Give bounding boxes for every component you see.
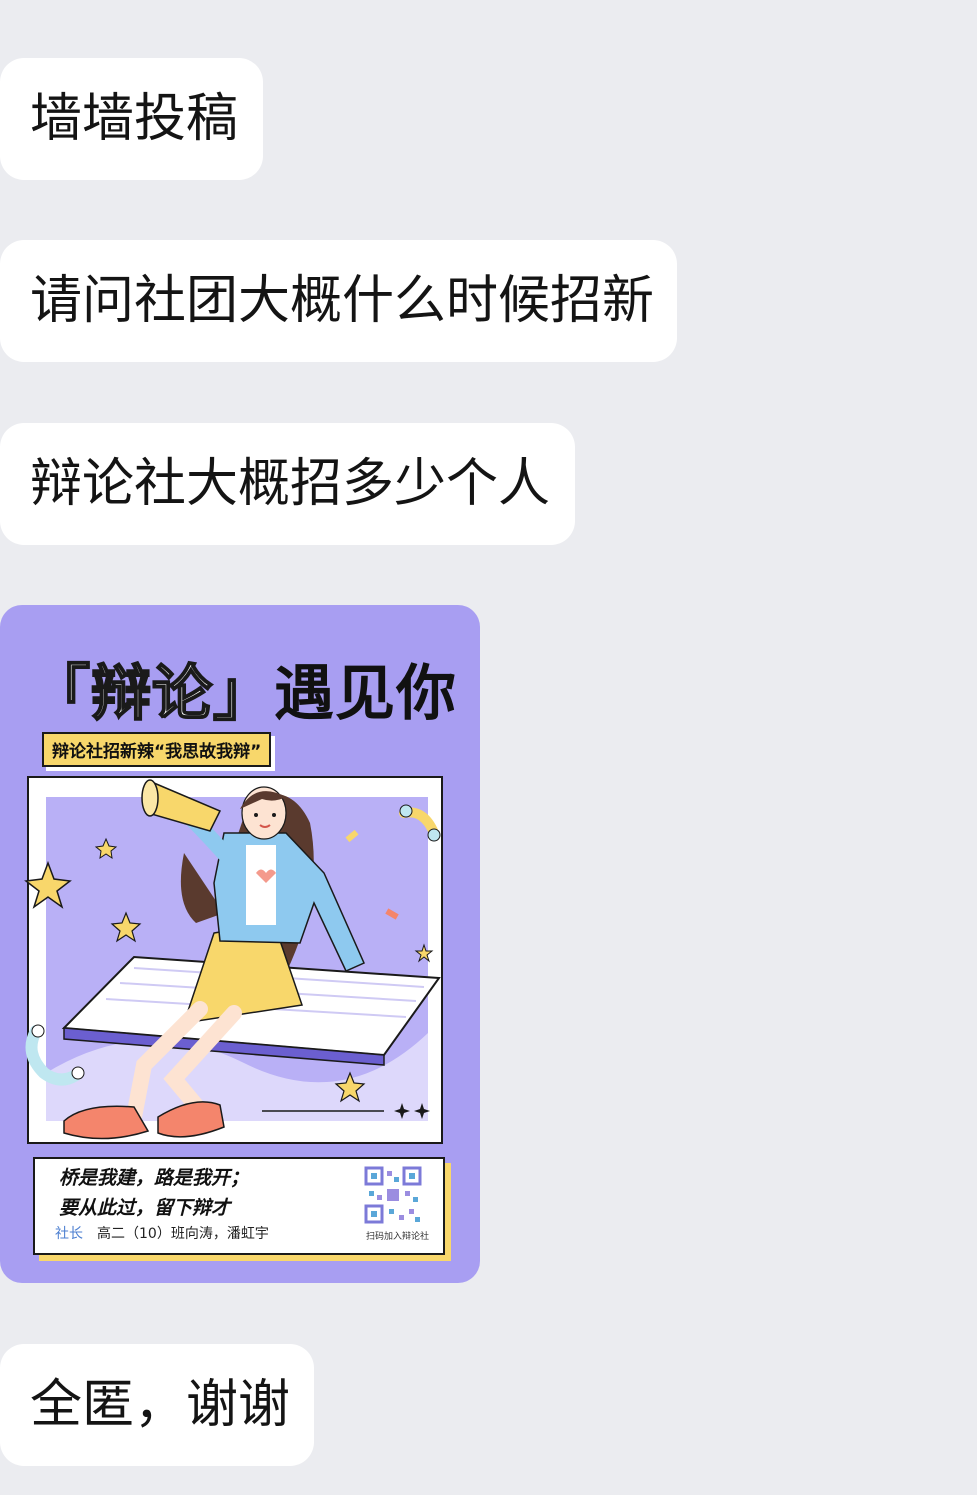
message-text: 全匿，谢谢 [30, 1375, 291, 1435]
message-text: 辩论社大概招多少个人 [30, 454, 551, 514]
poster-headline-bracket-close: 」 [212, 658, 274, 730]
poster-slogan-line-2: 要从此过，留下辩才 [59, 1197, 231, 1219]
message-bubble-1[interactable]: 墙墙投稿 [0, 58, 263, 180]
poster-headline-rest: 遇见你 [274, 659, 457, 729]
poster-slogan-line-1: 桥是我建，路是我开； [59, 1167, 250, 1189]
poster-leader-names: 高二（10）班向涛，潘虹宇 [97, 1226, 269, 1242]
message-text: 请问社团大概什么时候招新 [30, 271, 655, 331]
poster-caption-box: 桥是我建，路是我开； 要从此过，留下辩才 社长 高二（10）班向涛，潘虹宇 扫码加… [33, 1157, 445, 1255]
message-text: 墙墙投稿 [30, 89, 239, 149]
qr-code-icon [363, 1165, 423, 1225]
message-bubble-5[interactable]: 全匿，谢谢 [0, 1344, 314, 1466]
poster-leader-line: 社长 高二（10）班向涛，潘虹宇 [55, 1223, 269, 1243]
poster-headline: 「辩论」遇见你 [29, 645, 457, 732]
poster-headline-bracket-open: 「 [29, 658, 91, 730]
poster-headline-keyword: 辩论 [90, 658, 213, 730]
poster-leader-tag: 社长 [55, 1226, 83, 1242]
message-bubble-3[interactable]: 辩论社大概招多少个人 [0, 423, 575, 545]
poster-banner: 辩论社招新辣“我思故我辩” [42, 732, 272, 767]
poster-illustration [24, 776, 443, 1144]
message-bubble-2[interactable]: 请问社团大概什么时候招新 [0, 240, 677, 362]
image-message-poster[interactable]: 「辩论」遇见你 辩论社招新辣“我思故我辩” 桥是我建，路是我开； 要从此过，留下… [0, 605, 480, 1283]
qr-code-label: 扫码加入辩论社 [365, 1232, 429, 1242]
